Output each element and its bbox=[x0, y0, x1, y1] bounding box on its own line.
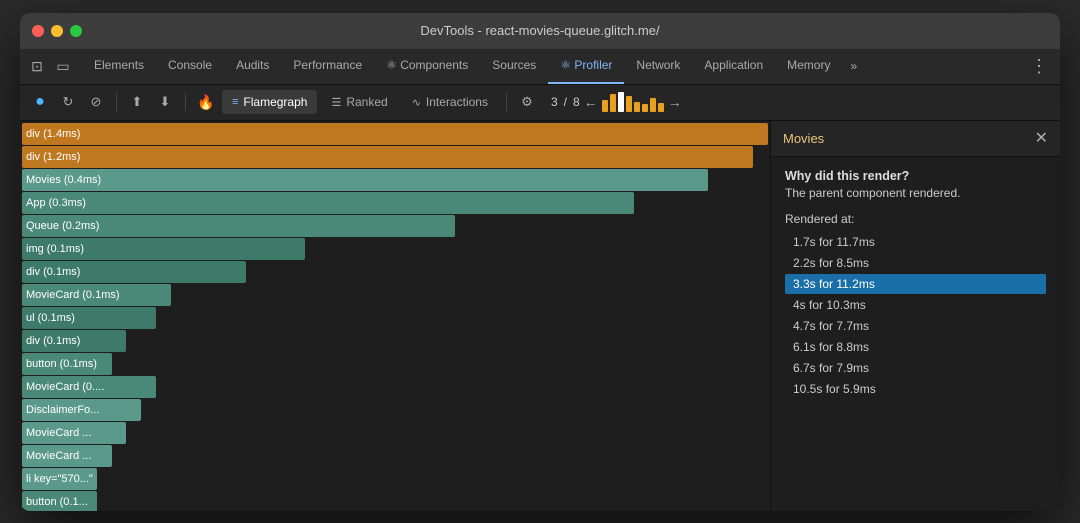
flamegraph-label: Flamegraph bbox=[243, 95, 307, 109]
right-panel-title: Movies bbox=[783, 131, 824, 146]
close-button[interactable] bbox=[32, 25, 44, 37]
flame-row[interactable]: Movies (0.4ms) bbox=[22, 169, 708, 191]
commit-bar-7[interactable] bbox=[658, 103, 664, 112]
tab-profiler[interactable]: ⚛ Profiler bbox=[548, 48, 624, 84]
tabbar: ⊡ ▭ Elements Console Audits Performance … bbox=[20, 49, 1060, 85]
tab-audits[interactable]: Audits bbox=[224, 48, 281, 84]
tab-components[interactable]: ⚛ Components bbox=[374, 48, 480, 84]
flamegraph-view-button[interactable]: ≡ Flamegraph bbox=[222, 90, 317, 114]
flame-rows: div (1.4ms)div (1.2ms)Movies (0.4ms)App … bbox=[20, 121, 770, 511]
minimize-button[interactable] bbox=[51, 25, 63, 37]
commit-chart[interactable] bbox=[602, 92, 664, 112]
commit-total: 8 bbox=[573, 95, 580, 109]
export-button[interactable]: ⬇ bbox=[153, 90, 177, 114]
flame-row[interactable]: div (0.1ms) bbox=[22, 330, 126, 352]
render-time-item[interactable]: 6.1s for 8.8ms bbox=[785, 337, 1046, 357]
flame-row[interactable]: ul (0.1ms) bbox=[22, 307, 156, 329]
flame-row[interactable]: button (0.1ms) bbox=[22, 353, 112, 375]
fire-icon[interactable]: 🔥 bbox=[194, 90, 218, 114]
interactions-label: Interactions bbox=[426, 95, 488, 109]
close-panel-button[interactable]: ✕ bbox=[1035, 128, 1048, 148]
flame-row[interactable]: div (1.4ms) bbox=[22, 123, 768, 145]
commit-bar-3[interactable] bbox=[626, 96, 632, 112]
ranked-label: Ranked bbox=[346, 95, 387, 109]
maximize-button[interactable] bbox=[70, 25, 82, 37]
traffic-lights bbox=[32, 25, 82, 37]
flame-row[interactable]: div (1.2ms) bbox=[22, 146, 753, 168]
import-button[interactable]: ⬆ bbox=[125, 90, 149, 114]
devtools-menu-button[interactable]: ⋮ bbox=[1024, 56, 1054, 77]
separator-1 bbox=[116, 93, 117, 111]
flame-row[interactable]: App (0.3ms) bbox=[22, 192, 634, 214]
separator-3 bbox=[506, 93, 507, 111]
render-time-item[interactable]: 6.7s for 7.9ms bbox=[785, 358, 1046, 378]
device-icon[interactable]: ▭ bbox=[52, 55, 74, 77]
commit-slash: / bbox=[564, 95, 567, 109]
profiler-toolbar: ● ↻ ⊘ ⬆ ⬇ 🔥 ≡ Flamegraph ☰ Ranked ∿ Inte… bbox=[20, 85, 1060, 121]
tab-network[interactable]: Network bbox=[624, 48, 692, 84]
tab-console[interactable]: Console bbox=[156, 48, 224, 84]
flame-row[interactable]: MovieCard (0.1ms) bbox=[22, 284, 171, 306]
window-title: DevTools - react-movies-queue.glitch.me/ bbox=[420, 23, 659, 38]
titlebar: DevTools - react-movies-queue.glitch.me/ bbox=[20, 13, 1060, 49]
separator-2 bbox=[185, 93, 186, 111]
tab-application[interactable]: Application bbox=[692, 48, 775, 84]
render-time-item[interactable]: 4s for 10.3ms bbox=[785, 295, 1046, 315]
flame-row[interactable]: Queue (0.2ms) bbox=[22, 215, 455, 237]
commit-current: 3 bbox=[551, 95, 558, 109]
tab-memory[interactable]: Memory bbox=[775, 48, 842, 84]
commit-bar-2[interactable] bbox=[618, 92, 624, 112]
flame-row[interactable]: img (0.1ms) bbox=[22, 238, 305, 260]
record-button[interactable]: ● bbox=[28, 90, 52, 114]
commit-bar-6[interactable] bbox=[650, 98, 656, 112]
commit-bar-0[interactable] bbox=[602, 100, 608, 112]
render-reason-text: The parent component rendered. bbox=[785, 186, 1046, 200]
render-times-list: 1.7s for 11.7ms2.2s for 8.5ms3.3s for 11… bbox=[785, 232, 1046, 399]
main-content: div (1.4ms)div (1.2ms)Movies (0.4ms)App … bbox=[20, 121, 1060, 511]
tab-performance[interactable]: Performance bbox=[281, 48, 374, 84]
prev-commit-button[interactable]: ← bbox=[584, 94, 598, 110]
cursor-icon[interactable]: ⊡ bbox=[26, 55, 48, 77]
right-panel: Movies ✕ Why did this render? The parent… bbox=[770, 121, 1060, 511]
flame-row[interactable]: MovieCard ... bbox=[22, 422, 126, 444]
commit-bar-4[interactable] bbox=[634, 102, 640, 112]
tab-sources[interactable]: Sources bbox=[480, 48, 548, 84]
settings-button[interactable]: ⚙ bbox=[515, 90, 539, 114]
right-panel-body: Why did this render? The parent componen… bbox=[771, 157, 1060, 511]
devtools-window: DevTools - react-movies-queue.glitch.me/… bbox=[20, 13, 1060, 511]
tab-elements[interactable]: Elements bbox=[82, 48, 156, 84]
interactions-view-button[interactable]: ∿ Interactions bbox=[402, 90, 498, 114]
tabbar-left-icons: ⊡ ▭ bbox=[26, 55, 74, 77]
commit-info: 3 / 8 bbox=[551, 95, 580, 109]
rendered-at-label: Rendered at: bbox=[785, 212, 1046, 226]
reload-button[interactable]: ↻ bbox=[56, 90, 80, 114]
render-time-item[interactable]: 2.2s for 8.5ms bbox=[785, 253, 1046, 273]
flame-row[interactable]: button (0.1... bbox=[22, 491, 97, 511]
render-time-item[interactable]: 3.3s for 11.2ms bbox=[785, 274, 1046, 294]
flame-row[interactable]: li key="570..." bbox=[22, 468, 97, 490]
flame-row[interactable]: DisclaimerFo... bbox=[22, 399, 141, 421]
next-commit-button[interactable]: → bbox=[668, 94, 682, 110]
commit-bar-5[interactable] bbox=[642, 104, 648, 112]
render-reason-heading: Why did this render? bbox=[785, 169, 1046, 183]
right-panel-header: Movies ✕ bbox=[771, 121, 1060, 157]
more-tabs-button[interactable]: » bbox=[842, 59, 865, 73]
render-time-item[interactable]: 10.5s for 5.9ms bbox=[785, 379, 1046, 399]
render-time-item[interactable]: 1.7s for 11.7ms bbox=[785, 232, 1046, 252]
flame-row[interactable]: MovieCard ... bbox=[22, 445, 112, 467]
render-time-item[interactable]: 4.7s for 7.7ms bbox=[785, 316, 1046, 336]
flame-row[interactable]: div (0.1ms) bbox=[22, 261, 246, 283]
clear-button[interactable]: ⊘ bbox=[84, 90, 108, 114]
commit-bar-1[interactable] bbox=[610, 94, 616, 112]
flame-row[interactable]: MovieCard (0.... bbox=[22, 376, 156, 398]
tabbar-end: ⋮ bbox=[1024, 56, 1054, 77]
ranked-view-button[interactable]: ☰ Ranked bbox=[321, 90, 397, 114]
flamegraph-panel: div (1.4ms)div (1.2ms)Movies (0.4ms)App … bbox=[20, 121, 770, 511]
